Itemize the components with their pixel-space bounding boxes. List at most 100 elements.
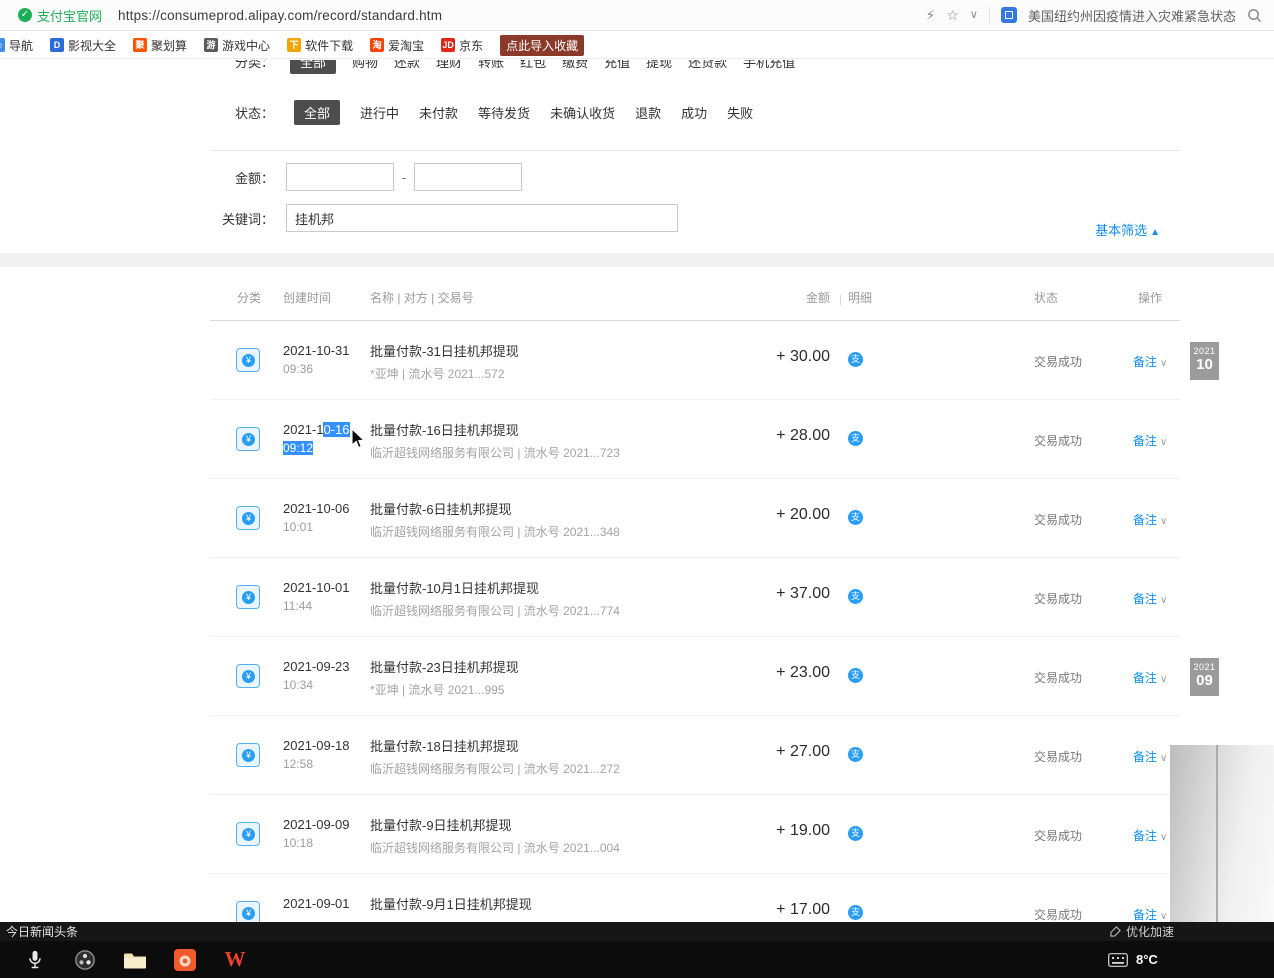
keyword-input[interactable] [286, 204, 678, 232]
filter-option[interactable]: 转账 [478, 60, 504, 71]
alipay-detail-icon[interactable]: 支 [848, 747, 863, 762]
caret-down-icon: ∨ [1160, 358, 1167, 369]
filter-option[interactable]: 充值 [604, 60, 630, 71]
filter-option[interactable]: 退款 [635, 103, 661, 122]
folder-icon[interactable] [122, 947, 148, 973]
filter-option[interactable]: 购物 [352, 60, 378, 71]
bookmark-item[interactable]: D影视大全 [50, 37, 116, 54]
taobao-icon: 淘 [370, 38, 384, 52]
header-created: 创建时间 [283, 289, 331, 306]
browser-address-bar[interactable]: ✓ 支付宝官网 https://consumeprod.alipay.com/r… [0, 0, 1274, 31]
remark-link[interactable]: 备注 [1133, 750, 1157, 764]
alipay-detail-icon[interactable]: 支 [848, 510, 863, 525]
transfer-icon: ¥ [236, 506, 260, 530]
alipay-detail-icon[interactable]: 支 [848, 905, 863, 920]
transfer-icon-glyph: ¥ [242, 749, 255, 762]
filter-option[interactable]: 还款 [394, 60, 420, 71]
row-time: 12:58 [283, 757, 350, 771]
bookmark-item[interactable]: 下软件下载 [287, 37, 353, 54]
wps-icon[interactable]: W [222, 947, 248, 973]
status-selected-all[interactable]: 全部 [294, 100, 340, 125]
bookmark-item[interactable]: JD京东 [441, 37, 483, 54]
remark-link[interactable]: 备注 [1133, 671, 1157, 685]
filter-option[interactable]: 提现 [646, 60, 672, 71]
filter-option[interactable]: 等待发货 [478, 103, 530, 122]
basic-filter-toggle[interactable]: 基本筛选▲ [1095, 220, 1160, 239]
caret-down-icon: ∨ [1160, 437, 1167, 448]
alipay-detail-icon[interactable]: 支 [848, 668, 863, 683]
remark-link[interactable]: 备注 [1133, 908, 1157, 922]
filter-option[interactable]: 成功 [681, 103, 707, 122]
filter-option[interactable]: 红包 [520, 60, 546, 71]
news-ticker-title[interactable]: 今日新闻头条 [6, 923, 78, 940]
bookmarks-bar: ◎导航D影视大全聚聚划算游游戏中心下软件下载淘爱淘宝JD京东点此导入收藏 [0, 32, 1274, 59]
remark-link[interactable]: 备注 [1133, 829, 1157, 843]
url-text[interactable]: https://consumeprod.alipay.com/record/st… [118, 8, 442, 23]
transfer-icon: ¥ [236, 901, 260, 922]
row-title: 批量付款-9日挂机邦提现 [370, 815, 620, 834]
row-date: 2021-09-09 [283, 817, 350, 832]
table-row: ¥ 2021-09-01 批量付款-9月1日挂机邦提现 + 17.00 支 交易… [210, 874, 1180, 922]
transfer-icon-glyph: ¥ [242, 512, 255, 525]
bookmark-item[interactable]: 淘爱淘宝 [370, 37, 424, 54]
category-selected-all[interactable]: 全部 [290, 60, 336, 74]
caret-down-icon: ∨ [1160, 516, 1167, 527]
filter-option[interactable]: 失败 [727, 103, 753, 122]
remark-link[interactable]: 备注 [1133, 592, 1157, 606]
filter-option[interactable]: 手机充值 [743, 60, 795, 71]
remark-link[interactable]: 备注 [1133, 513, 1157, 527]
site-security-badge[interactable]: ✓ 支付宝官网 [18, 6, 102, 25]
remark-link[interactable]: 备注 [1133, 434, 1157, 448]
search-icon[interactable] [1247, 8, 1262, 23]
table-header: 分类 创建时间 名称 | 对方 | 交易号 金额 | 明细 状态 操作 [210, 267, 1180, 321]
optimize-button[interactable]: 优化加速 [1110, 923, 1174, 940]
amount-max-input[interactable] [414, 163, 522, 191]
caret-down-icon: ∨ [1160, 753, 1167, 764]
filter-option[interactable]: 还贷款 [688, 60, 727, 71]
microphone-icon[interactable] [22, 947, 48, 973]
game-center-icon: 游 [204, 38, 218, 52]
filter-option[interactable]: 未确认收货 [550, 103, 615, 122]
lightning-icon[interactable]: ⚡ [926, 7, 936, 23]
bookmark-label: 京东 [459, 37, 483, 54]
compass-icon: ◎ [0, 38, 5, 52]
row-title: 批量付款-23日挂机邦提现 [370, 657, 519, 676]
bookmark-item[interactable]: ◎导航 [0, 37, 33, 54]
row-party: 临沂超钱网络服务有限公司 | 流水号 2021...272 [370, 760, 620, 777]
filter-option[interactable]: 进行中 [360, 103, 399, 122]
chevron-down-icon[interactable]: ∨ [970, 7, 978, 23]
row-time: 11:44 [283, 599, 350, 613]
row-party: 临沂超钱网络服务有限公司 | 流水号 2021...348 [370, 523, 620, 540]
movies-icon: D [50, 38, 64, 52]
header-status: 状态 [1034, 289, 1058, 306]
remark-link[interactable]: 备注 [1133, 355, 1157, 369]
row-party: 临沂超钱网络服务有限公司 | 流水号 2021...774 [370, 602, 620, 619]
bookmark-item[interactable]: 聚聚划算 [133, 37, 187, 54]
filter-option[interactable]: 未付款 [419, 103, 458, 122]
alipay-detail-icon[interactable]: 支 [848, 826, 863, 841]
table-row: ¥ 2021-09-18 12:58 批量付款-18日挂机邦提现 临沂超钱网络服… [210, 716, 1180, 795]
news-headline[interactable]: 美国纽约州因疫情进入灾难紧急状态 [1028, 6, 1236, 25]
bookmark-item[interactable]: 点此导入收藏 [500, 35, 584, 56]
app-orange-icon[interactable] [172, 947, 198, 973]
bookmark-label: 游戏中心 [222, 37, 270, 54]
alipay-detail-icon[interactable]: 支 [848, 589, 863, 604]
star-bookmark-icon[interactable]: ☆ [946, 7, 959, 23]
keyword-label: 关键词： [210, 209, 274, 228]
row-time: 09:36 [283, 362, 350, 376]
transfer-icon: ¥ [236, 585, 260, 609]
row-date: 2021-09-23 [283, 659, 350, 674]
amount-min-input[interactable] [286, 163, 394, 191]
filter-option[interactable]: 理财 [436, 60, 462, 71]
table-row: ¥ 2021-09-23 10:34 批量付款-23日挂机邦提现 *亚坤 | 流… [210, 637, 1180, 716]
alipay-detail-icon[interactable]: 支 [848, 352, 863, 367]
row-status: 交易成功 [1034, 511, 1082, 528]
alipay-detail-icon[interactable]: 支 [848, 431, 863, 446]
keyboard-icon[interactable] [1108, 953, 1128, 967]
filter-option[interactable]: 缴费 [562, 60, 588, 71]
row-date: 2021-10-06 [283, 501, 350, 516]
bookmark-item[interactable]: 游游戏中心 [204, 37, 270, 54]
row-title: 批量付款-10月1日挂机邦提现 [370, 578, 620, 597]
caret-down-icon: ∨ [1160, 674, 1167, 685]
obs-icon[interactable] [72, 947, 98, 973]
